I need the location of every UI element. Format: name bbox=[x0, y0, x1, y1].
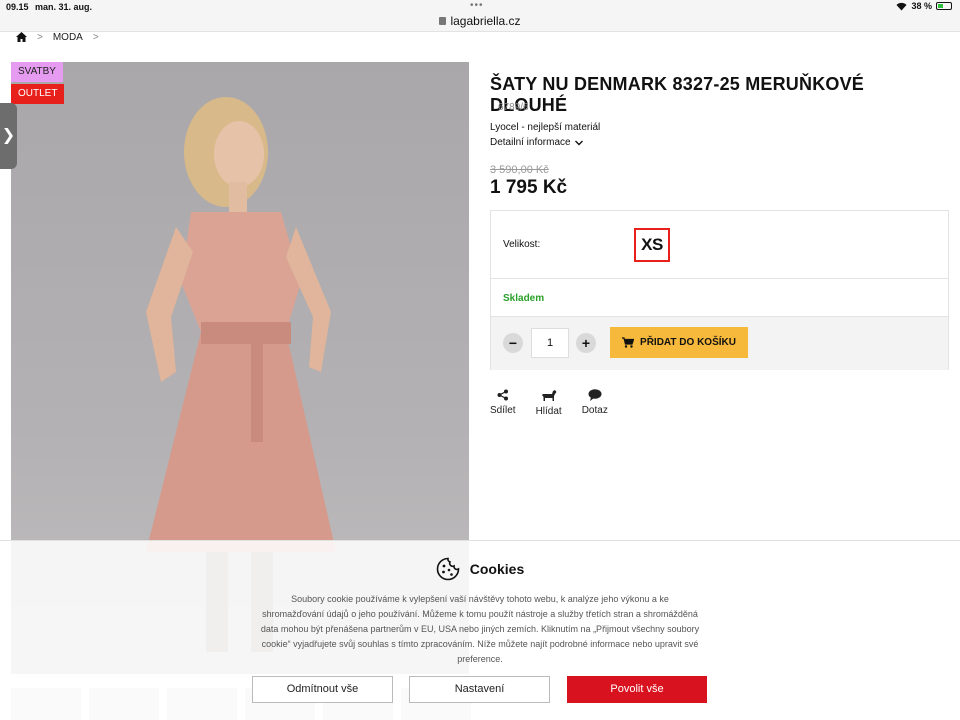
breadcrumb-separator: > bbox=[92, 31, 99, 43]
status-time: 09.15 bbox=[6, 2, 29, 12]
stock-row: Skladem bbox=[491, 279, 948, 317]
details-link[interactable]: Detailní informace bbox=[490, 137, 583, 148]
stock-status: Skladem bbox=[503, 293, 545, 304]
cookie-banner: Cookies Soubory cookie používáme k vylep… bbox=[0, 540, 960, 720]
cookie-header: Cookies bbox=[0, 557, 960, 581]
allow-all-button[interactable]: Povolit vše bbox=[567, 676, 707, 703]
status-date: man. 31. aug. bbox=[35, 2, 93, 12]
quantity-decrease-button[interactable]: − bbox=[503, 333, 523, 353]
quantity-input[interactable]: 1 bbox=[531, 328, 569, 358]
battery-percent: 38 % bbox=[911, 1, 932, 11]
add-to-cart-label: PŘIDAT DO KOŠÍKU bbox=[640, 337, 736, 348]
cart-icon bbox=[622, 337, 635, 348]
watchdog-action[interactable]: Hlídat bbox=[536, 389, 562, 417]
product-title: ŠATY NU DENMARK 8327-25 MERUŇKOVÉ DLOUHÉ bbox=[490, 74, 865, 115]
cart-row: − 1 + PŘIDAT DO KOŠÍKU bbox=[491, 317, 948, 370]
watchdog-label: Hlídat bbox=[535, 406, 562, 417]
watchdog-icon bbox=[541, 390, 557, 401]
share-icon bbox=[497, 389, 508, 401]
status-right: 38 % bbox=[896, 1, 952, 11]
side-panel-toggle[interactable]: ❯ bbox=[0, 103, 17, 169]
product-actions: Sdílet Hlídat Dotaz bbox=[490, 389, 608, 417]
size-option-xs[interactable]: XS bbox=[634, 228, 670, 262]
multitask-dots-icon[interactable]: ••• bbox=[470, 0, 484, 11]
breadcrumb-separator: > bbox=[37, 31, 43, 43]
size-label: Velikost: bbox=[503, 239, 541, 250]
cookie-icon bbox=[436, 557, 460, 581]
size-option-label: XS bbox=[641, 235, 663, 254]
price: 1 795 Kč bbox=[490, 177, 568, 198]
size-row: Velikost: XS bbox=[491, 211, 948, 279]
url-text: lagabriella.cz bbox=[450, 14, 521, 28]
share-action[interactable]: Sdílet bbox=[490, 389, 516, 417]
purchase-box: Velikost: XS Skladem − 1 + PŘIDAT DO KOŠ… bbox=[490, 210, 949, 370]
status-bar: 09.15 man. 31. aug. ••• lagabriella.cz 3… bbox=[0, 0, 960, 32]
chevron-down-icon bbox=[574, 140, 583, 145]
question-action[interactable]: Dotaz bbox=[582, 389, 608, 417]
badge-svatby[interactable]: SVATBY bbox=[11, 62, 63, 82]
details-label: Detailní informace bbox=[490, 137, 571, 148]
cookie-settings-button[interactable]: Nastavení bbox=[409, 676, 550, 703]
share-label: Sdílet bbox=[490, 405, 516, 416]
lock-icon bbox=[439, 17, 447, 25]
reject-all-button[interactable]: Odmítnout vše bbox=[252, 676, 393, 703]
question-label: Dotaz bbox=[581, 405, 608, 416]
quantity-increase-button[interactable]: + bbox=[576, 333, 596, 353]
address-bar[interactable]: lagabriella.cz bbox=[0, 14, 960, 28]
wifi-icon bbox=[896, 2, 907, 10]
chat-icon bbox=[588, 389, 602, 401]
badge-outlet[interactable]: OUTLET bbox=[11, 84, 65, 104]
breadcrumb: > MODA > bbox=[16, 30, 99, 44]
breadcrumb-item-moda[interactable]: MODA bbox=[53, 32, 83, 43]
old-price: 3 590,00 Kč bbox=[490, 164, 549, 176]
battery-icon bbox=[936, 2, 952, 10]
product-material: Lyocel - nejlepší materiál bbox=[490, 122, 601, 133]
cookie-text: Soubory cookie používáme k vylepšení vaš… bbox=[260, 594, 700, 664]
home-icon[interactable] bbox=[16, 32, 27, 42]
product-code: 6789/6 bbox=[498, 102, 529, 113]
add-to-cart-button[interactable]: PŘIDAT DO KOŠÍKU bbox=[610, 327, 748, 358]
cookie-title: Cookies bbox=[469, 561, 525, 577]
